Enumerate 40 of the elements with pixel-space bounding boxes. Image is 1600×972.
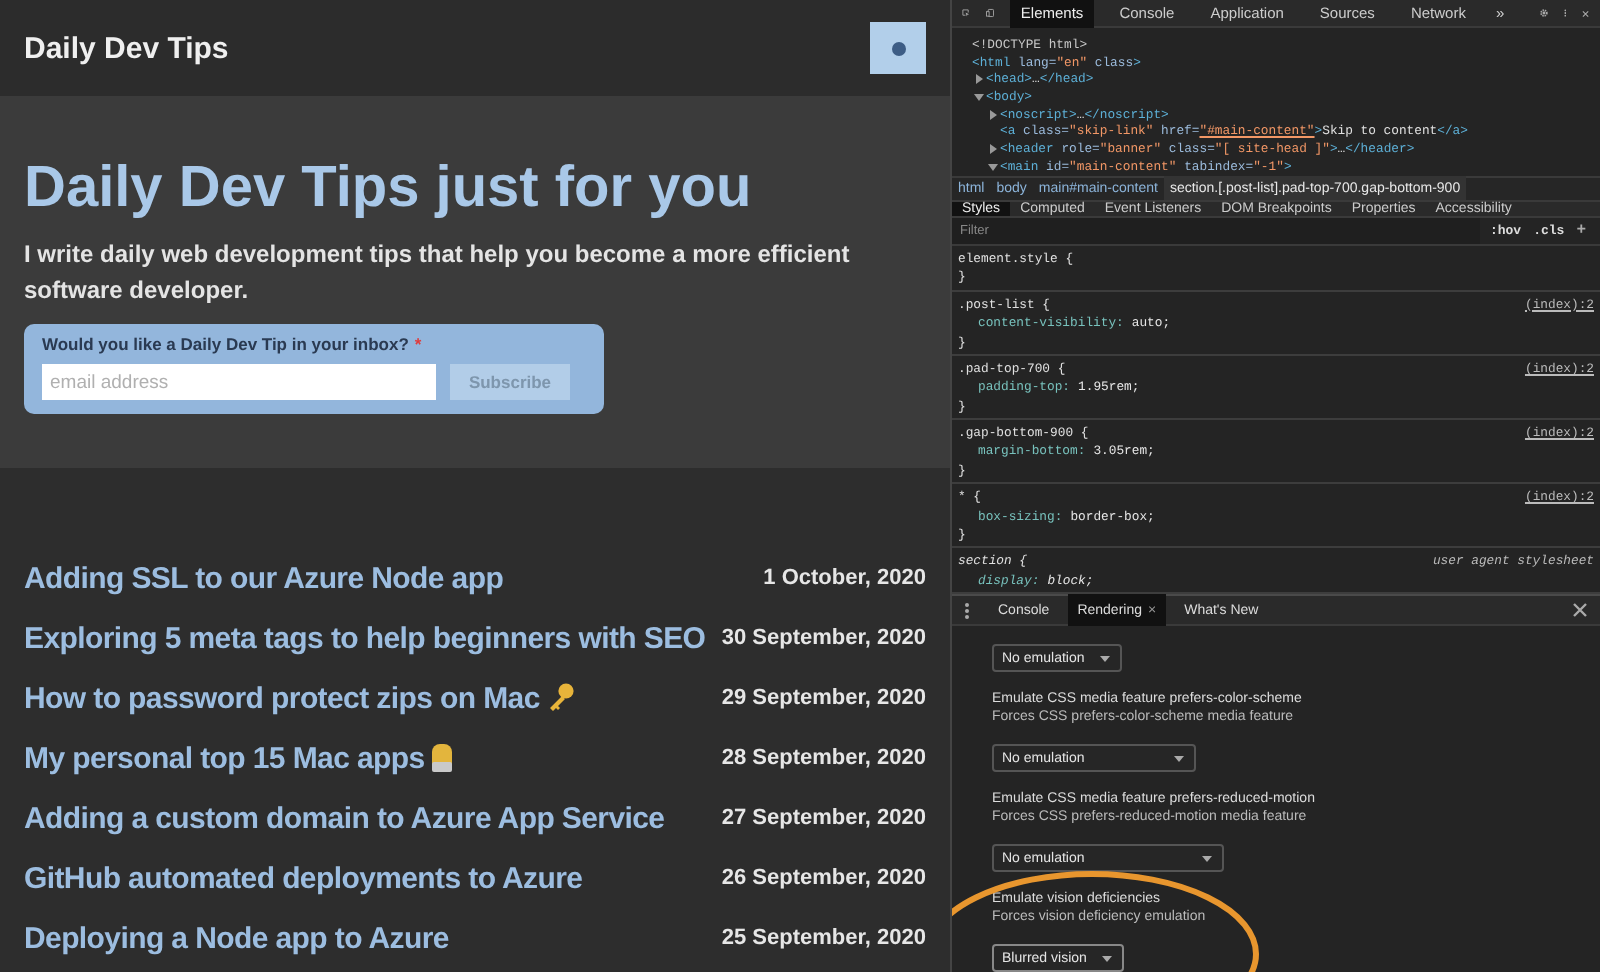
required-mark: * [414, 334, 422, 354]
subscribe-label: Would you like a Daily Dev Tip in your inbox? [42, 334, 409, 354]
expanded-triangle-icon[interactable] [988, 161, 998, 172]
caret-icon [1102, 955, 1113, 961]
close-icon[interactable] [1572, 602, 1588, 618]
post-date: 26 September, 2020 [721, 866, 926, 890]
device-icon[interactable] [985, 4, 995, 22]
post-date: 1 October, 2020 [763, 566, 926, 590]
key-icon [545, 682, 574, 714]
caret-icon [1100, 655, 1111, 661]
post-link[interactable]: How to password protect zips on Mac [24, 681, 540, 715]
post-date: 27 September, 2020 [721, 806, 926, 830]
post-date: 29 September, 2020 [721, 686, 926, 710]
expanded-triangle-icon[interactable] [974, 91, 984, 102]
post-link[interactable]: Deploying a Node app to Azure [24, 921, 449, 955]
post-link[interactable]: Adding SSL to our Azure Node app [24, 561, 504, 595]
post-link[interactable]: GitHub automated deployments to Azure [24, 861, 583, 895]
inspect-icon [962, 4, 970, 22]
post-link[interactable]: My personal top 15 Mac apps [24, 741, 425, 775]
site-title[interactable]: Daily Dev Tips [24, 31, 229, 65]
caret-icon [1174, 755, 1184, 761]
dot-icon [891, 41, 905, 55]
intro-text: I write daily web development tips that help you become a more efficient software developer. [24, 238, 852, 308]
emoji-icon [430, 742, 455, 774]
close-icon[interactable] [1582, 5, 1590, 21]
post-date: 25 September, 2020 [721, 926, 926, 950]
post-date: 30 September, 2020 [721, 626, 926, 650]
collapsed-triangle-icon[interactable] [988, 143, 998, 154]
collapsed-triangle-icon[interactable] [974, 74, 984, 85]
hero-heading: Daily Dev Tips just for you [24, 154, 754, 224]
add-rule-button[interactable]: + [1574, 221, 1588, 240]
theme-toggle-button[interactable] [870, 22, 926, 74]
settings-icon[interactable] [1540, 4, 1549, 22]
caret-icon [1202, 855, 1212, 861]
collapsed-triangle-icon[interactable] [988, 109, 998, 120]
email-field[interactable]: email address [42, 364, 436, 400]
post-link[interactable]: Exploring 5 meta tags to help beginners with SEO [24, 621, 706, 655]
kebab-menu-icon[interactable] [964, 601, 970, 619]
post-link[interactable]: Adding a custom domain to Azure App Service [24, 801, 665, 835]
post-date: 28 September, 2020 [721, 746, 926, 770]
